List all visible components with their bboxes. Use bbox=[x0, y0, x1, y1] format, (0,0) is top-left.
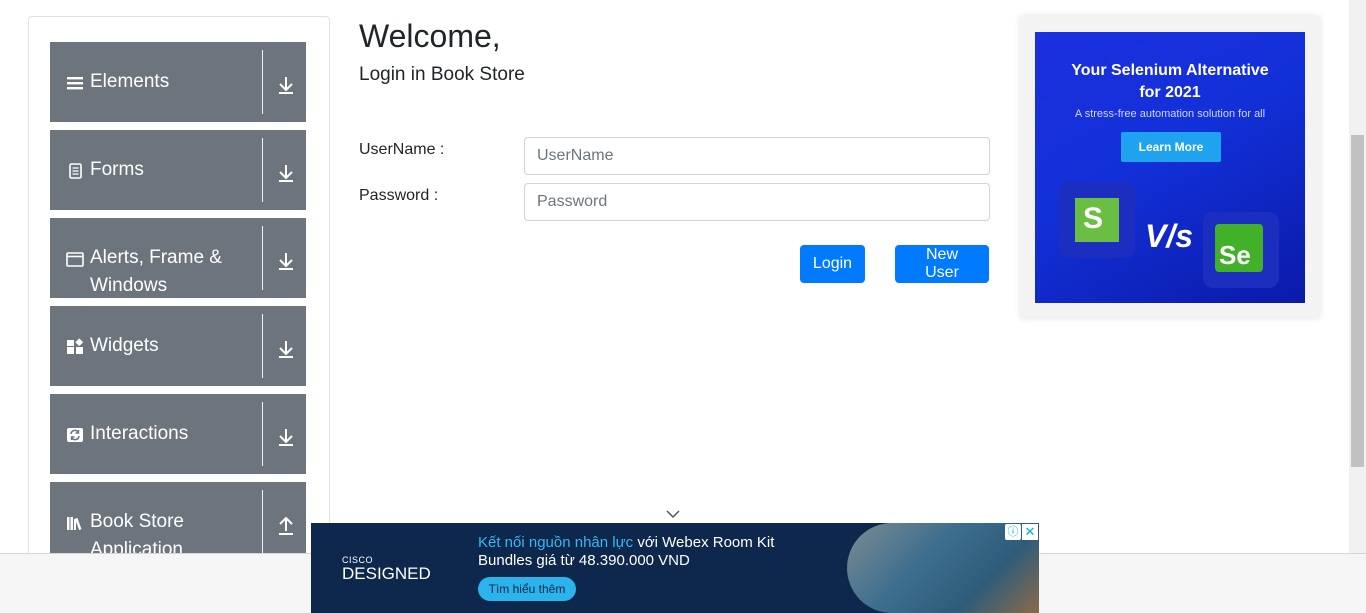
ad-close-icon[interactable]: ✕ bbox=[1022, 524, 1038, 540]
refresh-icon bbox=[67, 428, 83, 442]
divider bbox=[262, 226, 263, 290]
menu-group-label: Forms bbox=[90, 159, 144, 180]
menu-group-alerts[interactable]: Alerts, Frame & Windows bbox=[50, 218, 306, 298]
ad-cta-button[interactable]: Tìm hiểu thêm bbox=[478, 577, 576, 601]
upload-arrow-icon[interactable] bbox=[276, 514, 296, 536]
ad-headline: Kết nối nguồn nhân lực với Webex Room Ki… bbox=[478, 534, 774, 551]
ad-title: Your Selenium Alternative for 2021 bbox=[1035, 60, 1305, 104]
new-user-button[interactable]: New User bbox=[895, 245, 989, 283]
login-button[interactable]: Login bbox=[800, 245, 865, 283]
ad-learn-more-button[interactable]: Learn More bbox=[1121, 132, 1221, 162]
menu-group-label: Alerts, Frame & Windows bbox=[90, 247, 222, 296]
window-icon bbox=[66, 252, 84, 267]
hamburger-icon bbox=[67, 77, 83, 90]
menu-group-widgets[interactable]: Widgets bbox=[50, 306, 306, 386]
document-icon bbox=[69, 163, 82, 179]
menu-group-label: Interactions bbox=[90, 423, 189, 444]
download-arrow-icon[interactable] bbox=[276, 338, 296, 360]
password-input[interactable] bbox=[524, 183, 990, 221]
menu-group-interactions[interactable]: Interactions bbox=[50, 394, 306, 474]
page-subtitle: Login in Book Store bbox=[359, 64, 525, 85]
menu-group-forms[interactable]: Forms bbox=[50, 130, 306, 210]
ad-title-line1: Your Selenium Alternative bbox=[1071, 62, 1269, 79]
selenium-letter: Se bbox=[1219, 240, 1251, 270]
menu-group-label: Elements bbox=[90, 71, 170, 92]
books-icon bbox=[67, 517, 82, 530]
selenium-logo: Se bbox=[1203, 212, 1279, 288]
menu-group-label: Widgets bbox=[90, 335, 159, 356]
ad-title-line2: for 2021 bbox=[1139, 84, 1201, 101]
download-arrow-icon[interactable] bbox=[276, 250, 296, 272]
ad-creative[interactable]: Your Selenium Alternative for 2021 A str… bbox=[1035, 32, 1305, 303]
ad-banner-right[interactable]: Your Selenium Alternative for 2021 A str… bbox=[1020, 16, 1320, 318]
page-title: Welcome, bbox=[359, 18, 501, 54]
chevron-down-icon[interactable] bbox=[665, 508, 681, 520]
divider bbox=[262, 138, 263, 202]
divider bbox=[262, 50, 263, 114]
designed-brand: DESIGNED bbox=[342, 564, 431, 583]
download-arrow-icon[interactable] bbox=[276, 426, 296, 448]
ad-banner-bottom[interactable]: CISCO DESIGNED Kết nối nguồn nhân lực vớ… bbox=[311, 523, 1039, 613]
widgets-icon bbox=[67, 338, 84, 354]
divider bbox=[262, 314, 263, 378]
left-panel: Elements Forms Alerts, Frame & Windows W… bbox=[28, 16, 330, 576]
username-input[interactable] bbox=[524, 137, 990, 175]
download-arrow-icon[interactable] bbox=[276, 162, 296, 184]
ad-subtitle: A stress-free automation solution for al… bbox=[1074, 108, 1266, 120]
divider bbox=[262, 402, 263, 466]
username-label: UserName : bbox=[359, 141, 445, 158]
ad-headline-highlight: Kết nối nguồn nhân lực bbox=[478, 534, 634, 551]
ad-info-icon[interactable]: ⓘ bbox=[1005, 524, 1021, 540]
ad-vs-text: V/s bbox=[1145, 218, 1194, 254]
menu-group-book-store[interactable]: Book Store Application bbox=[50, 482, 306, 562]
katalon-logo: S bbox=[1059, 182, 1135, 258]
scrollbar-thumb[interactable] bbox=[1351, 135, 1364, 467]
ad-headline-rest: với Webex Room Kit bbox=[633, 534, 775, 551]
ad-subline: Bundles giá từ 48.390.000 VND bbox=[478, 552, 690, 569]
menu-group-elements[interactable]: Elements bbox=[50, 42, 306, 122]
password-label: Password : bbox=[359, 187, 439, 204]
katalon-letter: S bbox=[1083, 202, 1104, 235]
divider bbox=[262, 490, 263, 554]
download-arrow-icon[interactable] bbox=[276, 74, 296, 96]
